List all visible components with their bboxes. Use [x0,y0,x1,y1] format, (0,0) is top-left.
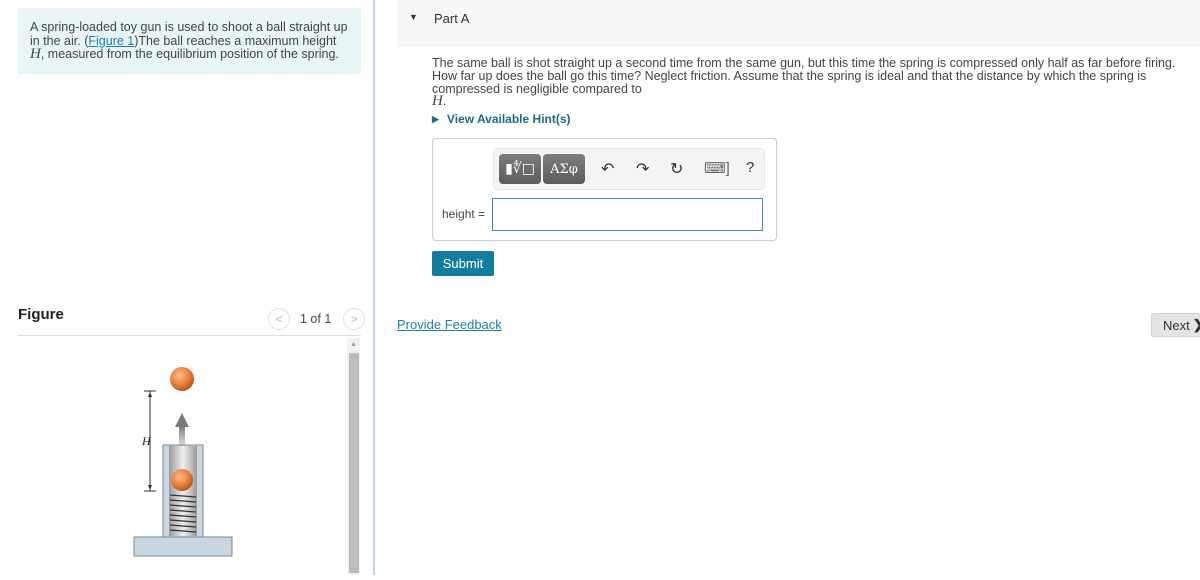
variable-h: H [432,93,443,110]
chevron-right-icon: ❯ [1193,317,1200,333]
keyboard-icon[interactable]: ⌨] [704,159,730,177]
ball-top [170,367,194,391]
templates-icon: ▮∜□ [505,161,535,177]
figure-page-count: 1 of 1 [300,312,332,326]
height-label-h: H [141,434,152,448]
intro-text-2: )The ball reaches a maximum height [134,33,337,48]
problem-intro: A spring-loaded toy gun is used to shoot… [18,8,361,74]
gun-base [133,536,233,557]
reset-icon[interactable]: ↻ [670,159,683,179]
greek-icon: ΑΣφ [550,161,578,177]
expand-triangle-icon: ▶ [432,113,439,124]
answer-box: ▮∜□ ΑΣφ ↶ ↷ ↻ ⌨] ? height = [432,138,777,241]
provide-feedback-link[interactable]: Provide Feedback [397,317,502,332]
next-label: Next [1163,317,1190,333]
figure-pager: < 1 of 1 > [268,308,366,330]
figure-image: H [120,355,250,575]
chevron-right-icon: > [350,312,358,326]
figure-scrollbar[interactable]: ▲ [347,338,360,575]
figure-link[interactable]: Figure 1 [88,34,134,48]
scroll-up-icon[interactable]: ▲ [347,338,360,351]
arrow-up-icon [179,425,185,445]
greek-symbols-button[interactable]: ΑΣφ [543,154,585,184]
variable-h: H [30,46,41,62]
templates-button[interactable]: ▮∜□ [499,154,541,184]
part-panel: ▼ Part A The same ball is shot straight … [375,0,1200,575]
help-icon[interactable]: ? [746,159,754,176]
collapse-triangle-icon[interactable]: ▼ [409,12,418,22]
intro-text-3: , measured from the equilibrium position… [40,47,339,61]
part-title: Part A [434,11,470,26]
figure-divider [18,335,361,336]
undo-icon[interactable]: ↶ [601,159,614,179]
submit-button[interactable]: Submit [432,251,494,276]
chevron-left-icon: < [275,312,283,326]
spring-gun-diagram: H [133,367,233,557]
hints-label: View Available Hint(s) [446,112,571,126]
problem-panel: A spring-loaded toy gun is used to shoot… [0,0,374,575]
ball-loaded [171,469,193,491]
next-button[interactable]: Next ❯ [1151,313,1200,337]
prev-figure-button[interactable]: < [268,308,290,330]
math-toolbar: ▮∜□ ΑΣφ ↶ ↷ ↻ ⌨] ? [493,148,765,190]
figure-title: Figure [18,306,64,323]
redo-icon[interactable]: ↷ [636,159,649,179]
view-hints-link[interactable]: ▶ View Available Hint(s) [432,112,571,126]
height-label: height = [442,207,486,221]
height-input[interactable] [492,198,763,231]
next-figure-button[interactable]: > [343,308,366,330]
scroll-thumb[interactable] [349,353,359,573]
question-text: The same ball is shot straight up a seco… [432,56,1176,110]
part-a-header[interactable]: ▼ Part A [397,0,1200,47]
